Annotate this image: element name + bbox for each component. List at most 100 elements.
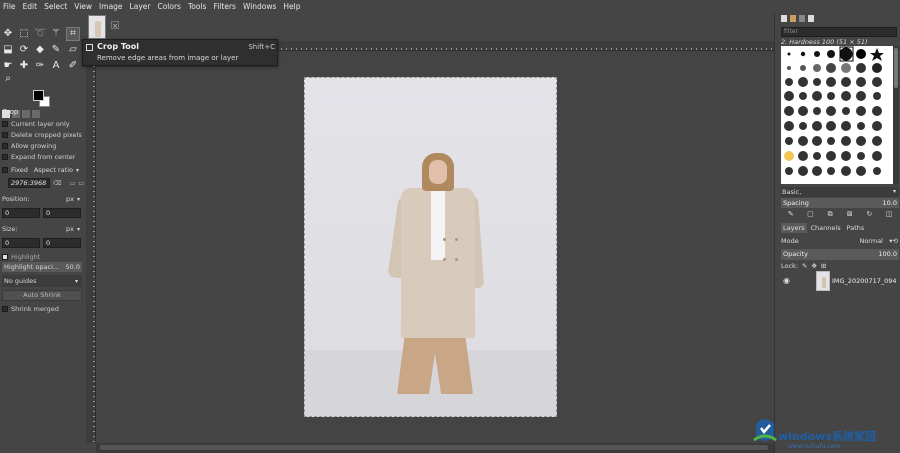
size-h-input[interactable]: 0: [43, 238, 81, 248]
refresh-brushes-icon[interactable]: ↻: [865, 210, 873, 218]
watermark-logo: [753, 419, 777, 442]
delete-cropped-check[interactable]: Delete cropped pixels: [0, 129, 84, 140]
fonts-tab[interactable]: [799, 15, 805, 22]
expand-from-center-check[interactable]: Expand from center: [0, 151, 84, 162]
tab-layers[interactable]: Layers: [781, 223, 807, 233]
path-icon[interactable]: ✑: [34, 60, 46, 72]
crop-icon: [86, 44, 93, 51]
layer-row[interactable]: ◉ IMG_20200717_094: [779, 270, 900, 292]
delete-brush-icon[interactable]: ⊠: [846, 210, 854, 218]
mode-reset-icon[interactable]: ▾⟲: [889, 236, 898, 247]
position-x-input[interactable]: 0: [2, 208, 40, 218]
menu-image[interactable]: Image: [96, 0, 127, 13]
unified-transform-icon[interactable]: ⬓: [2, 44, 14, 56]
image-photo[interactable]: [304, 77, 557, 417]
warp-icon[interactable]: ⟳: [18, 44, 30, 56]
brush-name: 2. Hardness 100 (51 × 51): [781, 38, 868, 46]
menubar: File Edit Select View Image Layer Colors…: [0, 0, 900, 13]
current-layer-only-check[interactable]: Current layer only: [0, 118, 84, 129]
coat-button: [443, 238, 446, 241]
foreground-color-swatch[interactable]: [33, 90, 44, 101]
menu-edit[interactable]: Edit: [19, 0, 41, 13]
menu-view[interactable]: View: [71, 0, 96, 13]
photo-figure-shirt: [431, 190, 445, 260]
highlight-check[interactable]: Highlight: [0, 251, 84, 262]
eye-icon[interactable]: ◉: [783, 276, 790, 285]
duplicate-brush-icon[interactable]: ⧉: [826, 210, 834, 218]
fixed-check[interactable]: [2, 167, 8, 173]
brush-preset-select[interactable]: Basic, ▾: [781, 187, 899, 197]
menu-windows[interactable]: Windows: [239, 0, 279, 13]
vertical-ruler[interactable]: [86, 51, 96, 443]
fixed-label: Fixed: [11, 166, 28, 174]
close-icon[interactable]: ×: [111, 21, 119, 30]
image-canvas[interactable]: [96, 51, 774, 443]
menu-tools[interactable]: Tools: [184, 0, 209, 13]
coat-button: [455, 258, 458, 261]
brush-as-image-icon[interactable]: ◫: [885, 210, 893, 218]
paintbrush-icon[interactable]: ✎: [50, 44, 62, 56]
layer-mode-row[interactable]: Mode Normal ▾⟲: [781, 236, 899, 247]
lasso-icon[interactable]: ➰: [34, 28, 46, 40]
brush-filter-input[interactable]: filter: [781, 27, 897, 37]
layer-mode-select[interactable]: Normal: [859, 236, 883, 247]
crop-icon[interactable]: ⌗: [66, 27, 80, 41]
move-icon[interactable]: ✥: [2, 28, 14, 40]
crop-tool-tooltip: Crop Tool Shift+C Remove edge areas from…: [82, 39, 278, 66]
swap-icon[interactable]: ⌫: [53, 180, 61, 187]
position-label: Position:: [2, 195, 30, 203]
fixed-mode-select[interactable]: Aspect ratio ▾: [34, 166, 79, 174]
menu-file[interactable]: File: [0, 0, 19, 13]
tab-paths[interactable]: Paths: [845, 223, 867, 233]
position-y-input[interactable]: 0: [43, 208, 81, 218]
image-tab-thumbnail[interactable]: [88, 15, 106, 39]
watermark: windows系统家园 www.ruihafu.com: [750, 410, 900, 453]
layers-dock-tabs: Layers Channels Paths: [781, 223, 899, 233]
new-brush-icon[interactable]: ▢: [806, 210, 814, 218]
horizontal-scrollbar[interactable]: [96, 443, 774, 453]
brush-scrollbar[interactable]: [893, 46, 899, 184]
heal-icon[interactable]: ✚: [18, 60, 30, 72]
chevron-down-icon: ▾: [892, 188, 896, 195]
eraser-icon[interactable]: ▱: [67, 44, 79, 56]
guides-select[interactable]: No guides ▾: [2, 275, 82, 287]
text-icon[interactable]: A: [50, 60, 62, 72]
fg-bg-colors[interactable]: [31, 88, 53, 110]
position-unit-select[interactable]: px ▾: [66, 195, 80, 203]
layer-thumbnail: [816, 271, 830, 291]
allow-growing-check[interactable]: Allow growing: [0, 140, 84, 151]
rect-select-icon[interactable]: ⬚: [18, 28, 30, 40]
tool-options-title: Crop: [2, 108, 19, 116]
watermark-url: www.ruihafu.com: [788, 443, 841, 450]
document-history-tab[interactable]: [808, 15, 814, 22]
smudge-icon[interactable]: ☛: [2, 60, 14, 72]
portrait-icon[interactable]: ▭: [70, 180, 76, 187]
menu-colors[interactable]: Colors: [154, 0, 185, 13]
tab-channels[interactable]: Channels: [809, 223, 843, 233]
edit-brush-icon[interactable]: ✎: [787, 210, 795, 218]
brushes-tab[interactable]: [781, 15, 787, 22]
menu-select[interactable]: Select: [41, 0, 71, 13]
fuzzy-select-icon[interactable]: ⚚: [50, 28, 62, 40]
ratio-input[interactable]: 2976:3968: [8, 178, 51, 188]
bucket-fill-icon[interactable]: ◆: [34, 44, 46, 56]
size-w-input[interactable]: 0: [2, 238, 40, 248]
patterns-tab[interactable]: [790, 15, 796, 22]
watermark-title: windows系统家园: [778, 430, 876, 443]
menu-layer[interactable]: Layer: [126, 0, 154, 13]
layer-opacity-slider[interactable]: Opacity 100.0: [781, 249, 899, 260]
menu-help[interactable]: Help: [280, 0, 304, 13]
chevron-down-icon: ▾: [75, 166, 79, 174]
layer-name[interactable]: IMG_20200717_094: [832, 277, 900, 285]
brush-spacing-slider[interactable]: Spacing 10.0: [781, 198, 899, 208]
zoom-icon[interactable]: ⌕: [2, 73, 14, 85]
chevron-down-icon: ▾: [74, 277, 78, 285]
auto-shrink-button[interactable]: Auto Shrink: [2, 290, 82, 301]
color-picker-icon[interactable]: ✐: [67, 60, 79, 72]
brush-grid[interactable]: [781, 46, 893, 184]
size-unit-select[interactable]: px ▾: [66, 225, 80, 233]
highlight-opacity-slider[interactable]: Highlight opaci... 50.0: [2, 262, 82, 272]
shrink-merged-check[interactable]: Shrink merged: [0, 303, 84, 314]
landscape-icon[interactable]: ▭: [78, 180, 84, 187]
menu-filters[interactable]: Filters: [210, 0, 239, 13]
